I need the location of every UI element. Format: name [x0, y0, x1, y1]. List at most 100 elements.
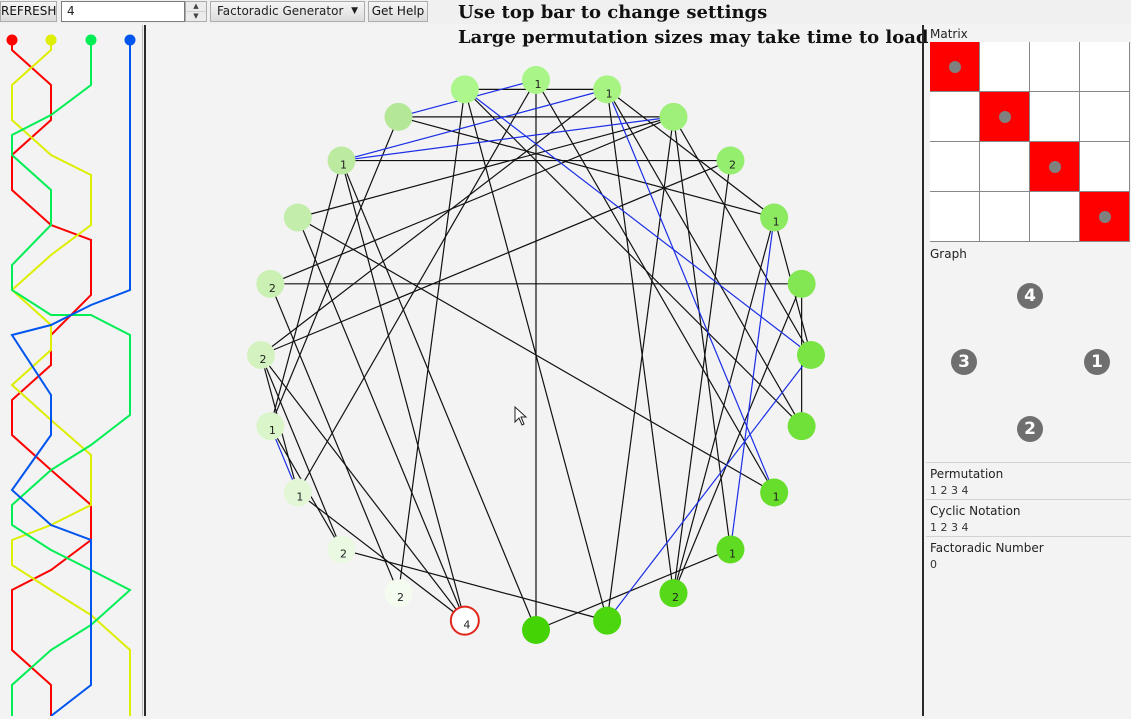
matrix-dot-icon: [949, 61, 961, 73]
graph-edge: [606, 89, 803, 427]
graph-node[interactable]: [787, 412, 816, 441]
graph-edge: [340, 160, 537, 631]
graph-label: Graph: [930, 247, 967, 261]
graph-edge: [606, 116, 675, 621]
matrix-cell: [930, 142, 980, 192]
graph-node[interactable]: [450, 75, 479, 104]
permutation-graph: 1 2 1 1 1 2 4 2 2 1 1 2 2 1 1: [247, 66, 825, 644]
permutation-label: Permutation: [930, 467, 1004, 481]
graph-node-label: 1: [773, 216, 780, 229]
graph-node-label: 2: [260, 353, 267, 366]
graph-node-label: 2: [269, 282, 276, 295]
graph-node-label: 1: [340, 159, 347, 172]
graph-edge: [672, 217, 775, 594]
permutation-matrix: [930, 42, 1130, 242]
wire-start-dot: [45, 34, 57, 46]
graph-edge: [397, 89, 466, 594]
wire-line: [11, 40, 92, 716]
spinner-down-icon[interactable]: ▼: [186, 12, 206, 21]
wiring-panel: [0, 25, 143, 717]
graph-node-label: 2: [672, 591, 679, 604]
graph-edge: [297, 79, 537, 493]
wire-line: [10, 40, 131, 716]
graph-node[interactable]: [384, 102, 413, 131]
mouse-cursor-icon: [514, 406, 528, 426]
matrix-cell: [1030, 92, 1080, 142]
graph-node-label: 1: [535, 78, 542, 91]
chevron-down-icon: ▼: [351, 6, 358, 16]
matrix-cell: [980, 192, 1030, 242]
size-spinner[interactable]: ▲ ▼: [185, 1, 207, 22]
graph-node-label: 1: [606, 87, 613, 100]
wire-start-dot: [124, 34, 136, 46]
graph-node[interactable]: [522, 616, 550, 644]
instruction-text: Large permutation sizes may take time to…: [458, 27, 929, 48]
graph-node-label: 1: [296, 491, 303, 504]
graph-node-badge: 3: [951, 349, 977, 375]
divider: [926, 499, 1131, 500]
factoradic-number-label: Factoradic Number: [930, 541, 1044, 555]
graph-node-label: 2: [340, 547, 347, 560]
graph-edge: [260, 88, 608, 356]
matrix-cell: [930, 92, 980, 142]
cyclic-notation-label: Cyclic Notation: [930, 504, 1021, 518]
graph-edge: [606, 88, 775, 218]
graph-node-label: 2: [397, 591, 404, 604]
matrix-cell: [1080, 42, 1130, 92]
wire-start-dot: [6, 34, 18, 46]
matrix-dot-icon: [999, 111, 1011, 123]
graph-edge-highlight: [464, 88, 812, 356]
graph-node[interactable]: [659, 102, 688, 131]
matrix-cell: [930, 42, 980, 92]
matrix-label: Matrix: [930, 27, 968, 41]
panel-divider: [922, 25, 924, 716]
graph-node[interactable]: [593, 606, 622, 635]
wire-line: [10, 40, 131, 717]
spinner-up-icon[interactable]: ▲: [186, 2, 206, 12]
graph-node-badge: 2: [1017, 416, 1043, 442]
graph-edge: [260, 159, 731, 356]
graph-node-badge: 1: [1084, 349, 1110, 375]
cyclic-notation-value: 1 2 3 4: [930, 521, 969, 534]
permutation-value: 1 2 3 4: [930, 484, 969, 497]
graph-node[interactable]: [787, 269, 816, 298]
graph-edge: [464, 88, 803, 427]
matrix-cell: [930, 192, 980, 242]
graph-node[interactable]: [283, 203, 312, 232]
wire-line: [11, 40, 132, 716]
matrix-cell: [1080, 92, 1130, 142]
matrix-cell: [1030, 192, 1080, 242]
graph-edge: [535, 548, 731, 631]
graph-node-label: 4: [463, 619, 470, 632]
matrix-cell: [1080, 192, 1130, 242]
graph-node[interactable]: [797, 341, 825, 369]
mode-select[interactable]: Factoradic Generator ▼: [210, 1, 365, 22]
matrix-dot-icon: [1049, 161, 1061, 173]
graph-node-badge: 4: [1017, 283, 1043, 309]
instruction-text: Use top bar to change settings: [458, 2, 768, 23]
refresh-button[interactable]: REFRESH: [0, 1, 57, 22]
matrix-cell: [980, 142, 1030, 192]
graph-edge-highlight: [341, 88, 608, 162]
mode-select-value: Factoradic Generator: [217, 4, 344, 18]
graph-edge: [260, 354, 343, 550]
matrix-cell: [1080, 142, 1130, 192]
wiring-diagram: [6, 34, 136, 717]
matrix-cell: [980, 42, 1030, 92]
divider: [926, 462, 1131, 463]
matrix-cell: [980, 92, 1030, 142]
graph-edge: [672, 160, 732, 594]
matrix-cell: [1030, 42, 1080, 92]
graph-node-label: 1: [773, 491, 780, 504]
wire-start-dot: [85, 34, 97, 46]
graph-edge: [269, 160, 343, 427]
matrix-dot-icon: [1099, 211, 1111, 223]
permutation-size-input[interactable]: 4: [61, 1, 185, 22]
get-help-button[interactable]: Get Help: [368, 1, 428, 22]
info-panel: Matrix Graph 4 3 1 2 Permutation 1 2 3 4…: [926, 25, 1131, 716]
graph-edge: [606, 89, 675, 594]
graph-node-label: 1: [729, 547, 736, 560]
panel-divider: [144, 25, 146, 716]
graph-node-label: 1: [269, 424, 276, 437]
factoradic-number-value: 0: [930, 558, 937, 571]
